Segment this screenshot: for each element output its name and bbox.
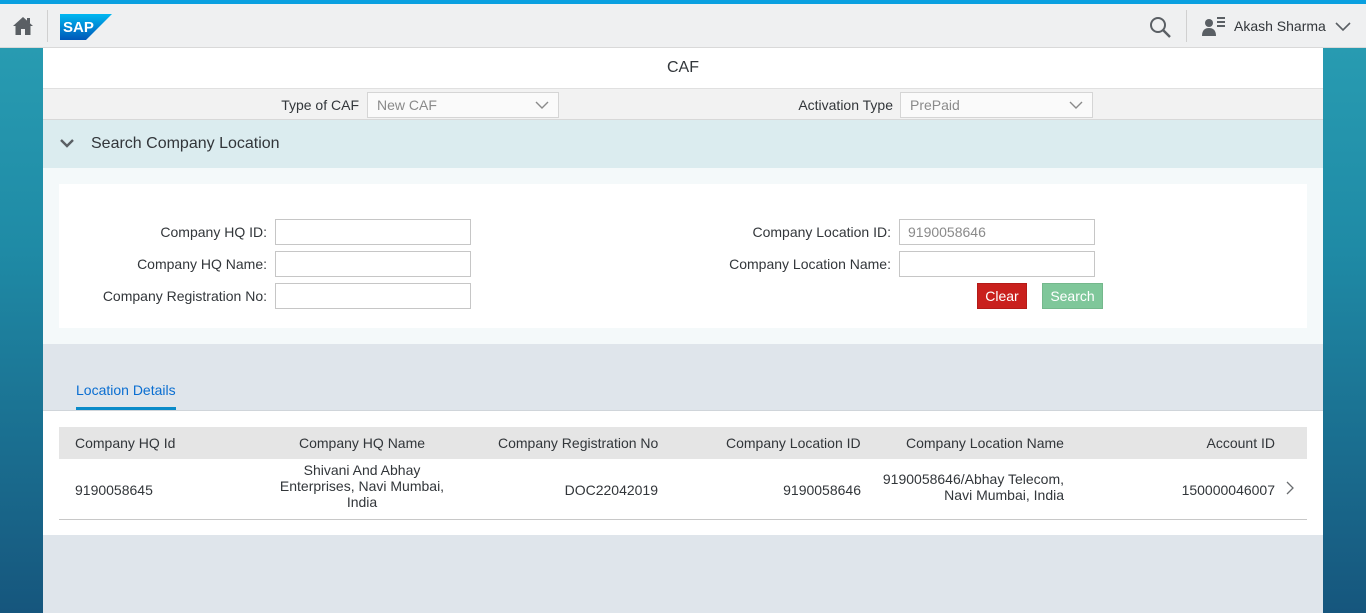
registration-no-input[interactable] (275, 283, 471, 309)
user-menu[interactable]: Akash Sharma (1202, 4, 1352, 48)
column-header: Company Location Name (906, 435, 1064, 451)
tab-bar: Location Details (43, 344, 1323, 410)
activation-type-value: PrePaid (910, 97, 960, 113)
sap-logo-icon: SAP (60, 14, 112, 40)
home-button[interactable] (0, 4, 45, 48)
home-icon (12, 17, 33, 35)
chevron-down-icon (535, 101, 549, 109)
search-panel-body: Company HQ ID: Company HQ Name: Company … (43, 168, 1323, 344)
location-id-input[interactable]: 9190058646 (899, 219, 1095, 245)
user-icon (1202, 17, 1225, 36)
column-header: Account ID (1206, 435, 1275, 451)
page-title: CAF (43, 48, 1323, 88)
location-name-input[interactable] (899, 251, 1095, 277)
cell-text-line: 9190058646/Abhay Telecom, (882, 471, 1064, 487)
svg-text:SAP: SAP (63, 19, 94, 36)
column-header: Company HQ Name (299, 435, 426, 451)
divider (47, 10, 48, 42)
cell-text-line: Enterprises, Navi Mumbai, (279, 478, 445, 494)
location-id-label: Company Location ID: (752, 224, 891, 240)
cell-account-id: 150000046007 (1181, 482, 1275, 498)
activation-type-select[interactable]: PrePaid (900, 92, 1093, 118)
hq-name-input[interactable] (275, 251, 471, 277)
shell-bar: SAP Akash Sharma (0, 4, 1366, 48)
tab-location-details[interactable]: Location Details (76, 382, 176, 398)
user-name: Akash Sharma (1234, 18, 1326, 34)
cell-text-line: Navi Mumbai, India (944, 487, 1064, 503)
search-button[interactable]: Search (1042, 283, 1103, 309)
type-of-caf-select[interactable]: New CAF (367, 92, 559, 118)
sap-logo[interactable]: SAP (60, 14, 112, 40)
search-form: Company HQ ID: Company HQ Name: Company … (59, 184, 1307, 328)
hq-id-input[interactable] (275, 219, 471, 245)
location-name-label: Company Location Name: (729, 256, 891, 272)
cell-hq-id: 9190058645 (75, 482, 153, 498)
search-panel-header[interactable]: Search Company Location (43, 120, 1323, 168)
location-details-table: Company HQ Id Company HQ Name Company Re… (43, 410, 1323, 535)
type-of-caf-value: New CAF (377, 97, 437, 113)
clear-button[interactable]: Clear (977, 283, 1027, 309)
cell-text-line: Shivani And Abhay (303, 462, 421, 478)
hq-name-label: Company HQ Name: (137, 256, 267, 272)
chevron-right-icon[interactable] (1285, 481, 1295, 495)
shell-search-button[interactable] (1145, 12, 1175, 42)
activation-type-label: Activation Type (798, 97, 893, 113)
table-row[interactable]: 9190058645 Shivani And Abhay Enterprises… (59, 459, 1307, 520)
cell-text-line: India (346, 494, 378, 510)
type-of-caf-label: Type of CAF (281, 97, 359, 113)
divider (1186, 10, 1187, 42)
registration-no-label: Company Registration No: (102, 288, 267, 304)
page-content: CAF Type of CAF New CAF Activation Type … (43, 48, 1323, 613)
column-header: Company HQ Id (75, 435, 176, 451)
cell-location-id: 9190058646 (783, 482, 861, 498)
cell-hq-name: Shivani And Abhay Enterprises, Navi Mumb… (265, 462, 459, 510)
search-icon (1150, 17, 1171, 38)
cell-registration-no: DOC22042019 (564, 482, 658, 498)
table-header: Company HQ Id Company HQ Name Company Re… (59, 427, 1307, 459)
filter-bar: Type of CAF New CAF Activation Type PreP… (43, 88, 1323, 120)
hq-id-label: Company HQ ID: (160, 224, 267, 240)
column-header: Company Registration No (498, 435, 659, 451)
search-panel-title: Search Company Location (91, 135, 280, 152)
chevron-down-icon (1335, 22, 1351, 32)
column-header: Company Location ID (726, 435, 861, 451)
collapse-chevron-icon[interactable] (59, 137, 75, 149)
cell-location-name: 9190058646/Abhay Telecom, Navi Mumbai, I… (865, 471, 1064, 503)
chevron-down-icon (1069, 101, 1083, 109)
